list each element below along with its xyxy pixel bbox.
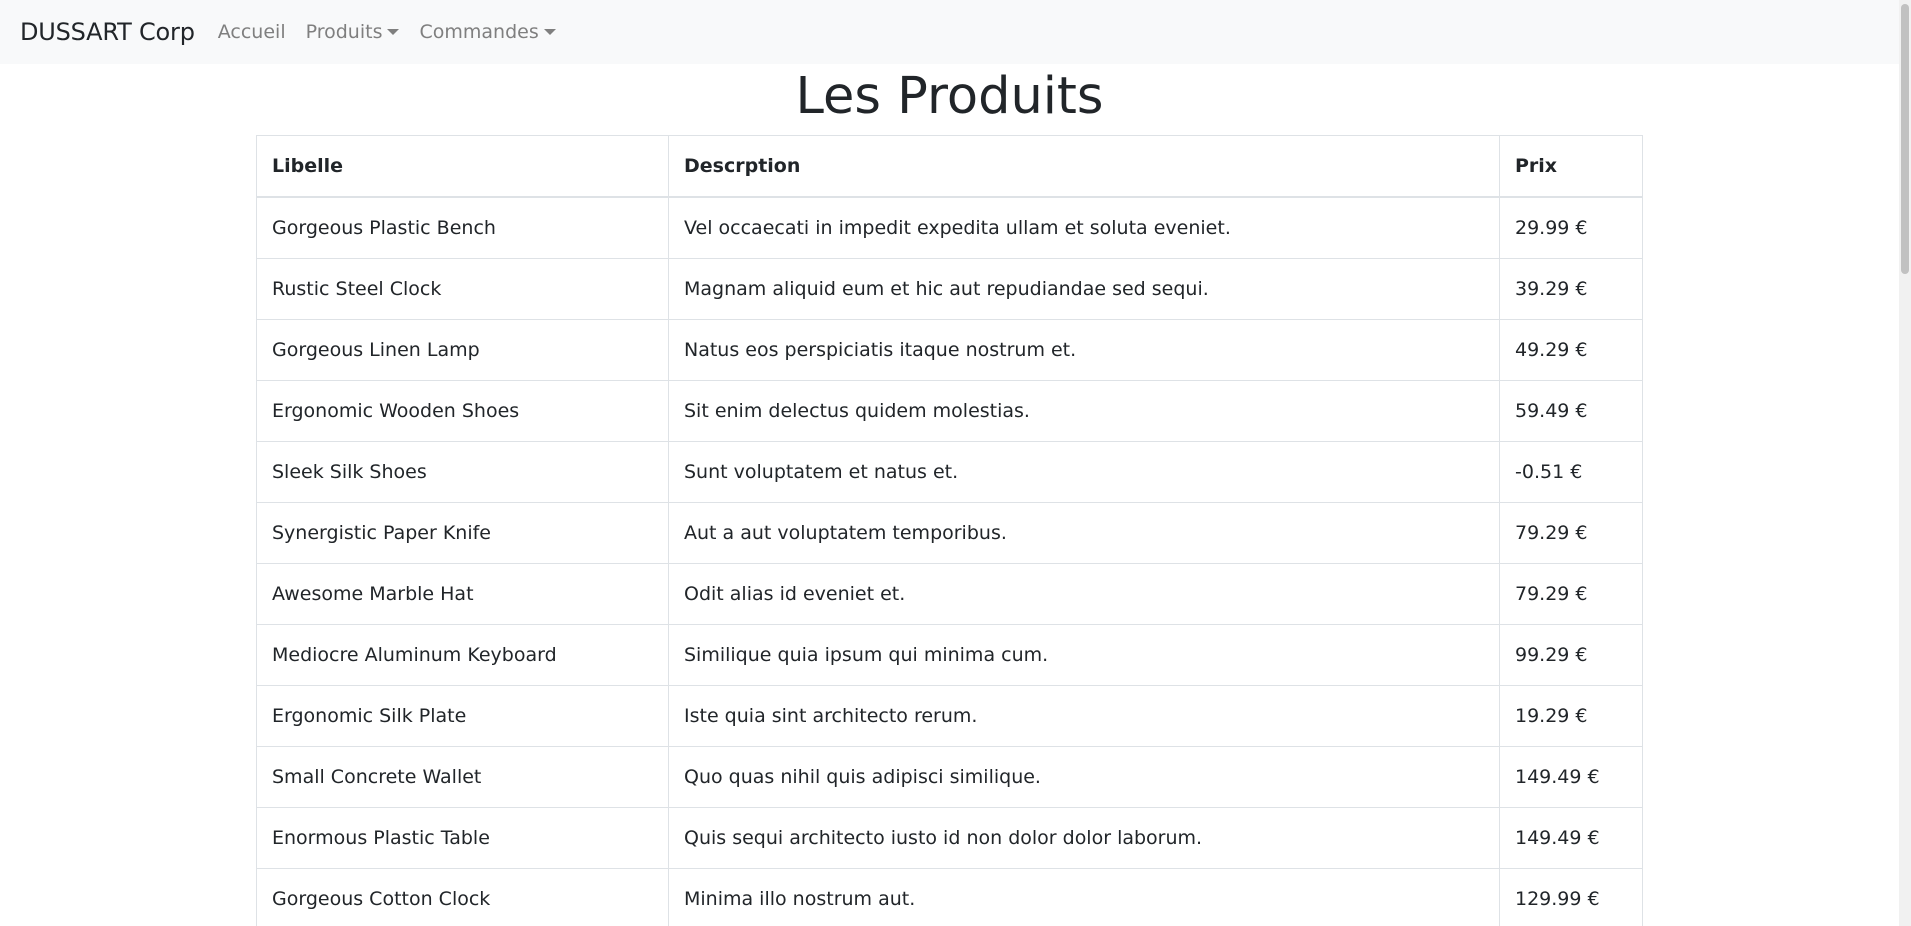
column-header-libelle: Libelle <box>256 135 669 198</box>
cell-libelle: Gorgeous Plastic Bench <box>256 196 669 259</box>
cell-libelle: Mediocre Aluminum Keyboard <box>256 624 669 686</box>
cell-libelle: Synergistic Paper Knife <box>256 502 669 564</box>
cell-description: Magnam aliquid eum et hic aut repudianda… <box>668 258 1500 320</box>
cell-libelle: Rustic Steel Clock <box>256 258 669 320</box>
cell-prix: 149.49 € <box>1499 807 1643 869</box>
cell-prix: 149.49 € <box>1499 746 1643 808</box>
page-title: Les Produits <box>795 67 1104 126</box>
navbar: DUSSART Corp Accueil Produits Commandes <box>0 0 1899 64</box>
nav-dropdown-commandes-label: Commandes <box>419 21 539 43</box>
cell-description: Sunt voluptatem et natus et. <box>668 441 1500 503</box>
table-header: Libelle Descrption Prix <box>256 135 1643 198</box>
cell-description: Natus eos perspiciatis itaque nostrum et… <box>668 319 1500 381</box>
table-row: Small Concrete Wallet Quo quas nihil quis… <box>256 746 1643 808</box>
table-row: Gorgeous Cotton Clock Minima illo nostrum… <box>256 868 1643 926</box>
table-body: Gorgeous Plastic Bench Vel occaecati in i… <box>256 196 1643 926</box>
cell-prix: 19.29 € <box>1499 685 1643 747</box>
cell-description: Vel occaecati in impedit expedita ullam … <box>668 196 1500 259</box>
cell-libelle: Small Concrete Wallet <box>256 746 669 808</box>
viewport: DUSSART Corp Accueil Produits Commandes … <box>0 0 1911 926</box>
cell-libelle: Gorgeous Cotton Clock <box>256 868 669 926</box>
cell-description: Quis sequi architecto iusto id non dolor… <box>668 807 1500 869</box>
cell-description: Minima illo nostrum aut. <box>668 868 1500 926</box>
cell-prix: 39.29 € <box>1499 258 1643 320</box>
cell-prix: 99.29 € <box>1499 624 1643 686</box>
cell-description: Sit enim delectus quidem molestias. <box>668 380 1500 442</box>
scrollbar-thumb[interactable] <box>1901 4 1909 274</box>
cell-libelle: Ergonomic Wooden Shoes <box>256 380 669 442</box>
table-row: Ergonomic Silk Plate Iste quia sint archi… <box>256 685 1643 747</box>
nav-dropdown-produits-label: Produits <box>305 21 383 43</box>
table-header-row: Libelle Descrption Prix <box>256 135 1643 198</box>
vertical-scrollbar[interactable] <box>1899 0 1911 926</box>
cell-description: Quo quas nihil quis adipisci similique. <box>668 746 1500 808</box>
table-row: Rustic Steel Clock Magnam aliquid eum et … <box>256 258 1643 320</box>
table-row: Enormous Plastic Table Quis sequi archite… <box>256 807 1643 869</box>
products-table: Libelle Descrption Prix Gorgeous Plastic… <box>256 135 1643 926</box>
table-row: Gorgeous Plastic Bench Vel occaecati in i… <box>256 196 1643 259</box>
nav-dropdown-commandes[interactable]: Commandes <box>419 21 556 43</box>
cell-description: Aut a aut voluptatem temporibus. <box>668 502 1500 564</box>
table-row: Sleek Silk Shoes Sunt voluptatem et natus… <box>256 441 1643 503</box>
table-row: Ergonomic Wooden Shoes Sit enim delectus … <box>256 380 1643 442</box>
cell-description: Odit alias id eveniet et. <box>668 563 1500 625</box>
cell-prix: 129.99 € <box>1499 868 1643 926</box>
caret-down-icon <box>387 29 400 35</box>
cell-libelle: Ergonomic Silk Plate <box>256 685 669 747</box>
cell-libelle: Gorgeous Linen Lamp <box>256 319 669 381</box>
table-row: Synergistic Paper Knife Aut a aut volupta… <box>256 502 1643 564</box>
cell-description: Iste quia sint architecto rerum. <box>668 685 1500 747</box>
table-row: Gorgeous Linen Lamp Natus eos perspiciati… <box>256 319 1643 381</box>
cell-prix: 29.99 € <box>1499 196 1643 259</box>
cell-prix: -0.51 € <box>1499 441 1643 503</box>
nav-dropdown-produits[interactable]: Produits <box>306 21 400 43</box>
table-row: Awesome Marble Hat Odit alias id eveniet … <box>256 563 1643 625</box>
cell-libelle: Enormous Plastic Table <box>256 807 669 869</box>
nav-link-accueil[interactable]: Accueil <box>218 21 286 43</box>
column-header-prix: Prix <box>1499 135 1643 198</box>
cell-prix: 79.29 € <box>1499 502 1643 564</box>
cell-libelle: Sleek Silk Shoes <box>256 441 669 503</box>
cell-prix: 59.49 € <box>1499 380 1643 442</box>
table-row: Mediocre Aluminum Keyboard Similique quia… <box>256 624 1643 686</box>
column-header-description: Descrption <box>668 135 1500 198</box>
cell-prix: 49.29 € <box>1499 319 1643 381</box>
cell-prix: 79.29 € <box>1499 563 1643 625</box>
caret-down-icon <box>543 29 556 35</box>
cell-description: Similique quia ipsum qui minima cum. <box>668 624 1500 686</box>
cell-libelle: Awesome Marble Hat <box>256 563 669 625</box>
brand-link[interactable]: DUSSART Corp <box>20 18 195 46</box>
